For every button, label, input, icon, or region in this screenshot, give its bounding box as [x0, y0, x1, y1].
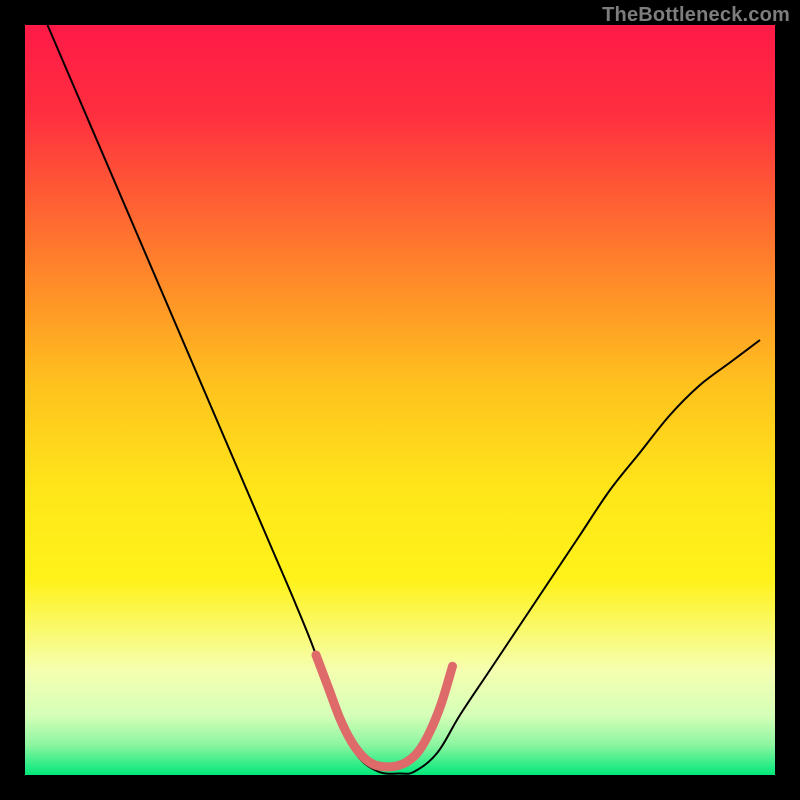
watermark-text: TheBottleneck.com — [602, 4, 790, 27]
gradient-background — [25, 25, 775, 775]
chart-svg — [25, 25, 775, 775]
chart-stage: TheBottleneck.com — [0, 0, 800, 800]
plot-area — [25, 25, 775, 775]
